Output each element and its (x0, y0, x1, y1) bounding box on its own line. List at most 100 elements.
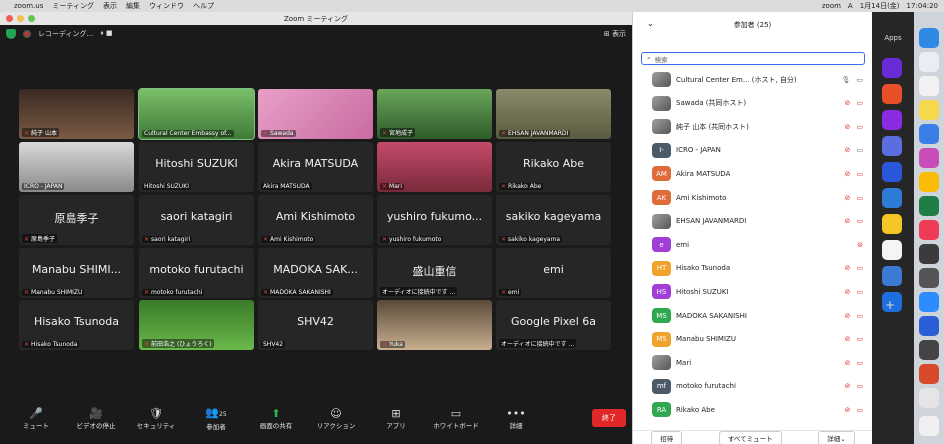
video-tile[interactable]: ✕ Yuka (377, 300, 492, 350)
video-tile[interactable]: ✕ Mari (377, 142, 492, 192)
video-off-icon[interactable]: ▭ (856, 406, 863, 414)
recording-controls[interactable]: ⏸ ■ (100, 29, 112, 38)
participant-row[interactable]: Sawada (共同ホスト) ⊘ ▭ (633, 92, 873, 115)
whiteboard-button[interactable]: ▭ ホワイトボード (426, 404, 486, 432)
trash-icon[interactable] (919, 416, 939, 436)
video-off-icon[interactable]: ▭ (856, 382, 863, 390)
chrome-icon[interactable] (919, 172, 939, 192)
more-button[interactable]: ••• 詳細 (486, 404, 546, 432)
video-tile[interactable]: Manabu SHIMI... ✕ Manabu SHIMIZU (19, 248, 134, 298)
app-icon[interactable] (882, 110, 902, 130)
word-icon[interactable] (919, 316, 939, 336)
video-tile[interactable]: 原島季子 ✕ 原島季子 (19, 195, 134, 245)
video-camera-icon[interactable]: ▭ (856, 76, 863, 84)
participant-row[interactable]: MS MADOKA SAKANISHI ⊘ ▭ (633, 304, 873, 327)
chevron-down-icon[interactable]: ⌄ (647, 19, 654, 28)
minimize-window-button[interactable] (17, 15, 24, 22)
stop-video-button[interactable]: 🎥 ビデオの停止 (66, 404, 126, 432)
folder-icon[interactable] (919, 388, 939, 408)
app-icon[interactable] (882, 84, 902, 104)
video-off-icon[interactable]: ▭ (856, 359, 863, 367)
excel-icon[interactable] (919, 196, 939, 216)
zoom-dock-icon[interactable] (919, 292, 939, 312)
muted-mic-icon[interactable]: ⊘ (845, 170, 851, 178)
video-tile[interactable]: ✕ 宮地成子 (377, 89, 492, 139)
app-icon[interactable] (919, 244, 939, 264)
zoom-status-label[interactable]: zoom (822, 2, 841, 10)
video-tile[interactable]: ICRO - JAPAN (19, 142, 134, 192)
more-options-button[interactable]: 詳細⌄ (818, 430, 855, 444)
menu-edit[interactable]: 編集 (126, 1, 140, 11)
app-icon[interactable] (919, 76, 939, 96)
muted-mic-icon[interactable]: ⊘ (845, 217, 851, 225)
participant-row[interactable]: e emi ⊘ (633, 233, 873, 256)
video-tile[interactable]: Ami Kishimoto ✕ Ami Kishimoto (258, 195, 373, 245)
video-off-icon[interactable]: ▭ (856, 312, 863, 320)
muted-mic-icon[interactable]: ⊘ (845, 288, 851, 296)
video-tile[interactable]: Hisako Tsunoda ✕ Hisako Tsunoda (19, 300, 134, 350)
menu-view[interactable]: 表示 (103, 1, 117, 11)
app-icon[interactable] (882, 188, 902, 208)
video-tile[interactable]: Hitoshi SUZUKI Hitoshi SUZUKI (139, 142, 254, 192)
video-off-icon[interactable]: ▭ (856, 123, 863, 131)
video-off-icon[interactable]: ▭ (856, 99, 863, 107)
video-off-icon[interactable]: ▭ (856, 217, 863, 225)
video-tile[interactable]: Akira MATSUDA Akira MATSUDA (258, 142, 373, 192)
add-app-icon[interactable]: + (885, 298, 895, 312)
app-icon[interactable] (919, 340, 939, 360)
end-meeting-button[interactable]: 終了 (592, 409, 626, 427)
app-icon[interactable] (882, 162, 902, 182)
menu-zoom-us[interactable]: zoom.us (14, 2, 43, 10)
video-off-icon[interactable]: ▭ (856, 288, 863, 296)
video-camera-icon[interactable]: ▭ (856, 146, 863, 154)
muted-mic-icon[interactable]: ⊘ (845, 146, 851, 154)
security-button[interactable]: 🛡 セキュリティ (126, 404, 186, 432)
mute-all-button[interactable]: すべてミュート (718, 430, 782, 444)
mute-button[interactable]: 🎤 ミュート (6, 404, 66, 432)
zoom-window-button[interactable] (28, 15, 35, 22)
participant-row[interactable]: I- ICRO - JAPAN ⊘ ▭ (633, 139, 873, 162)
video-tile[interactable]: yushiro fukumo... ✕ yushiro fukumoto (377, 195, 492, 245)
video-tile[interactable]: ✕ Sawada (258, 89, 373, 139)
app-icon[interactable] (882, 136, 902, 156)
muted-mic-icon[interactable]: ⊘ (845, 359, 851, 367)
muted-mic-icon[interactable]: ⊘ (845, 406, 851, 414)
safari-icon[interactable] (919, 52, 939, 72)
finder-icon[interactable] (919, 28, 939, 48)
video-off-icon[interactable]: ▭ (856, 194, 863, 202)
menubar-date[interactable]: 1月14日(金) (860, 1, 900, 11)
encryption-shield-icon[interactable] (6, 28, 16, 39)
muted-mic-icon[interactable]: ⊘ (845, 99, 851, 107)
video-tile[interactable]: 盛山重信 オーディオに接続中です ... (377, 248, 492, 298)
video-tile[interactable]: ✕ 純子 山本 (19, 89, 134, 139)
participant-row[interactable]: MS Manabu SHIMIZU ⊘ ▭ (633, 328, 873, 351)
participant-row[interactable]: RA Rikako Abe ⊘ ▭ (633, 398, 873, 421)
video-tile[interactable]: ✕ EHSAN JAVANMARDI (496, 89, 611, 139)
app-icon[interactable] (882, 266, 902, 286)
participant-row[interactable]: HT Hisako Tsunoda ⊘ ▭ (633, 257, 873, 280)
participant-row[interactable]: 純子 山本 (共同ホスト) ⊘ ▭ (633, 115, 873, 138)
participant-row[interactable]: Cultural Center Em... (ホスト, 自分) 🎙 ▭ (633, 68, 873, 91)
muted-mic-icon[interactable]: ⊘ (845, 382, 851, 390)
app-icon[interactable] (882, 214, 902, 234)
muted-mic-icon[interactable]: ⊘ (845, 312, 851, 320)
app-icon[interactable] (919, 268, 939, 288)
video-tile[interactable]: ✕ 前田浩之 (ひょうろく) (139, 300, 254, 350)
video-tile[interactable]: MADOKA SAK... ✕ MADOKA SAKANISHI (258, 248, 373, 298)
share-screen-button[interactable]: ⬆ 画面の共有 (246, 404, 306, 432)
app-icon[interactable] (919, 148, 939, 168)
muted-mic-icon[interactable]: ⊘ (857, 241, 863, 249)
muted-mic-icon[interactable]: ⊘ (845, 123, 851, 131)
participant-row[interactable]: AM Akira MATSUDA ⊘ ▭ (633, 162, 873, 185)
video-tile[interactable]: SHV42 SHV42 (258, 300, 373, 350)
participant-row[interactable]: Mari ⊘ ▭ (633, 351, 873, 374)
video-tile[interactable]: motoko furutachi ✕ motoko furutachi (139, 248, 254, 298)
menu-window[interactable]: ウィンドウ (149, 1, 184, 11)
participants-button[interactable]: 👥25 参加者 (186, 404, 246, 432)
video-tile[interactable]: Google Pixel 6a オーディオに接続中です ... (496, 300, 611, 350)
microphone-icon[interactable]: 🎙 (841, 76, 850, 84)
invite-button[interactable]: 招待 (651, 430, 683, 444)
participant-row[interactable]: HS Hitoshi SUZUKI ⊘ ▭ (633, 280, 873, 303)
menu-help[interactable]: ヘルプ (193, 1, 214, 11)
participant-row[interactable]: AK Ami Kishimoto ⊘ ▭ (633, 186, 873, 209)
